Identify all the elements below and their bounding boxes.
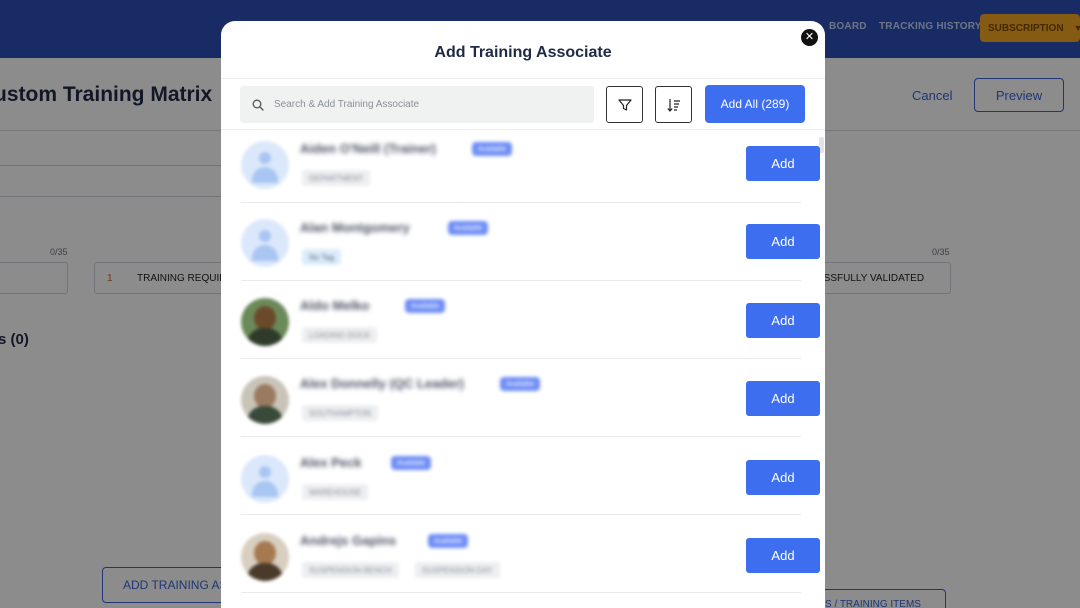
associate-name: Alex Peck bbox=[300, 455, 362, 470]
add-all-button[interactable]: Add All (289) bbox=[705, 85, 805, 123]
add-button[interactable]: Add bbox=[746, 303, 820, 338]
status-badge: Available bbox=[448, 221, 489, 235]
status-badge: Available bbox=[391, 456, 432, 470]
add-button[interactable]: Add bbox=[746, 381, 820, 416]
associate-row: Andrejs Gapins Available SUSPENSION BENC… bbox=[241, 515, 820, 593]
status-badge: Available bbox=[500, 377, 541, 391]
add-button[interactable]: Add bbox=[746, 538, 820, 573]
associate-name: Aiden O'Neill (Trainer) bbox=[300, 141, 437, 156]
associate-tag: SUSPENSION BENCH bbox=[302, 562, 399, 578]
modal-title: Add Training Associate bbox=[434, 44, 612, 61]
sort-button[interactable] bbox=[655, 86, 692, 123]
filter-icon bbox=[617, 98, 632, 111]
row-divider bbox=[241, 592, 801, 593]
associate-name: Andrejs Gapins bbox=[300, 533, 397, 548]
associate-row: Aldo Melko Available LOADING DOCK Add bbox=[241, 281, 820, 359]
associate-name: Alex Donnelly (QC Leader) bbox=[300, 376, 464, 391]
associate-tag: LOADING DOCK bbox=[302, 327, 378, 343]
status-badge: Available bbox=[472, 142, 513, 156]
avatar bbox=[241, 455, 289, 503]
associate-row: Alex Donnelly (QC Leader) Available SOUT… bbox=[241, 359, 820, 437]
associate-row: Alan Montgomery Available No Tag Add bbox=[241, 203, 820, 281]
avatar bbox=[241, 298, 289, 346]
search-field[interactable] bbox=[240, 86, 594, 123]
avatar bbox=[241, 533, 289, 581]
search-input[interactable] bbox=[274, 99, 574, 110]
add-button[interactable]: Add bbox=[746, 224, 820, 259]
associate-tag: WAREHOUSE bbox=[302, 484, 369, 500]
filter-button[interactable] bbox=[606, 86, 643, 123]
associate-tag: SUSPENSION DAY bbox=[415, 562, 500, 578]
close-icon[interactable]: ✕ bbox=[801, 29, 818, 46]
add-button[interactable]: Add bbox=[746, 460, 820, 495]
avatar bbox=[241, 141, 289, 189]
associate-tag: No Tag bbox=[302, 249, 342, 265]
avatar bbox=[241, 376, 289, 424]
associate-name: Alan Montgomery bbox=[300, 220, 410, 235]
associate-tag: SOUTHAMPTON bbox=[302, 405, 379, 421]
sort-icon bbox=[666, 98, 680, 112]
avatar bbox=[241, 219, 289, 267]
associate-name: Aldo Melko bbox=[300, 298, 370, 313]
associate-row: Alex Peck Available WAREHOUSE Add bbox=[241, 437, 820, 515]
status-badge: Available bbox=[428, 534, 469, 548]
add-training-associate-modal: Add Training Associate ✕ Add All (289) A… bbox=[221, 21, 825, 608]
add-button[interactable]: Add bbox=[746, 146, 820, 181]
associate-row: Aiden O'Neill (Trainer) Available DEPART… bbox=[241, 125, 820, 203]
search-icon bbox=[252, 99, 264, 111]
status-badge: Available bbox=[405, 299, 446, 313]
header-divider bbox=[221, 78, 825, 79]
associate-tag: DEPARTMENT bbox=[302, 170, 371, 186]
